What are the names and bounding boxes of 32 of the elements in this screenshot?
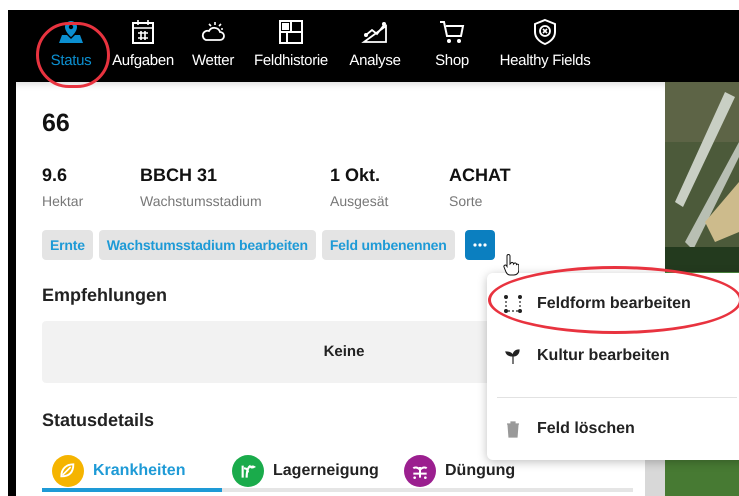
field-title: 66	[42, 108, 70, 138]
nav-tab[interactable]: Aufgaben	[108, 18, 178, 70]
menu-item[interactable]: Feld löschen	[487, 408, 739, 450]
stat-value: 9.6	[42, 164, 68, 186]
stat-label: Ausgesät	[330, 192, 388, 210]
more-button[interactable]	[464, 230, 495, 260]
shape-edit-icon	[503, 294, 523, 314]
shield-icon	[531, 18, 559, 46]
nav-tab[interactable]: Analyse	[336, 18, 414, 70]
nav-tab[interactable]: Healthy Fields	[490, 18, 600, 70]
layout-icon	[277, 18, 305, 46]
menu-item[interactable]: Kultur bearbeiten	[487, 335, 739, 378]
stat-label: Wachstumsstadium	[140, 192, 262, 210]
nav-tab[interactable]: Shop	[416, 18, 488, 70]
menu-item[interactable]: Feldform bearbeiten	[487, 283, 739, 326]
stat-label: Sorte	[449, 192, 482, 210]
stat-label: Hektar	[42, 192, 84, 210]
section-title: Statusdetails	[42, 409, 154, 432]
section-title: Empfehlungen	[42, 284, 167, 307]
cart-icon	[438, 18, 466, 46]
recommendation-text: Keine	[324, 342, 364, 362]
stat-value: 1 Okt.	[330, 164, 380, 186]
stat-value: BBCH 31	[140, 164, 218, 186]
ellipsis-icon	[472, 243, 487, 247]
calendar-icon	[129, 18, 157, 46]
nav-tab[interactable]: Wetter	[180, 18, 246, 70]
nav-tab[interactable]: Feldhistorie	[248, 18, 334, 70]
detail-tab[interactable]: Lagerneigung	[222, 454, 394, 492]
detail-tab[interactable]: Düngung	[394, 454, 544, 492]
map-pin-icon	[57, 18, 85, 46]
stat-value: ACHAT	[449, 164, 511, 186]
nav-tab[interactable]: Status	[36, 18, 106, 70]
